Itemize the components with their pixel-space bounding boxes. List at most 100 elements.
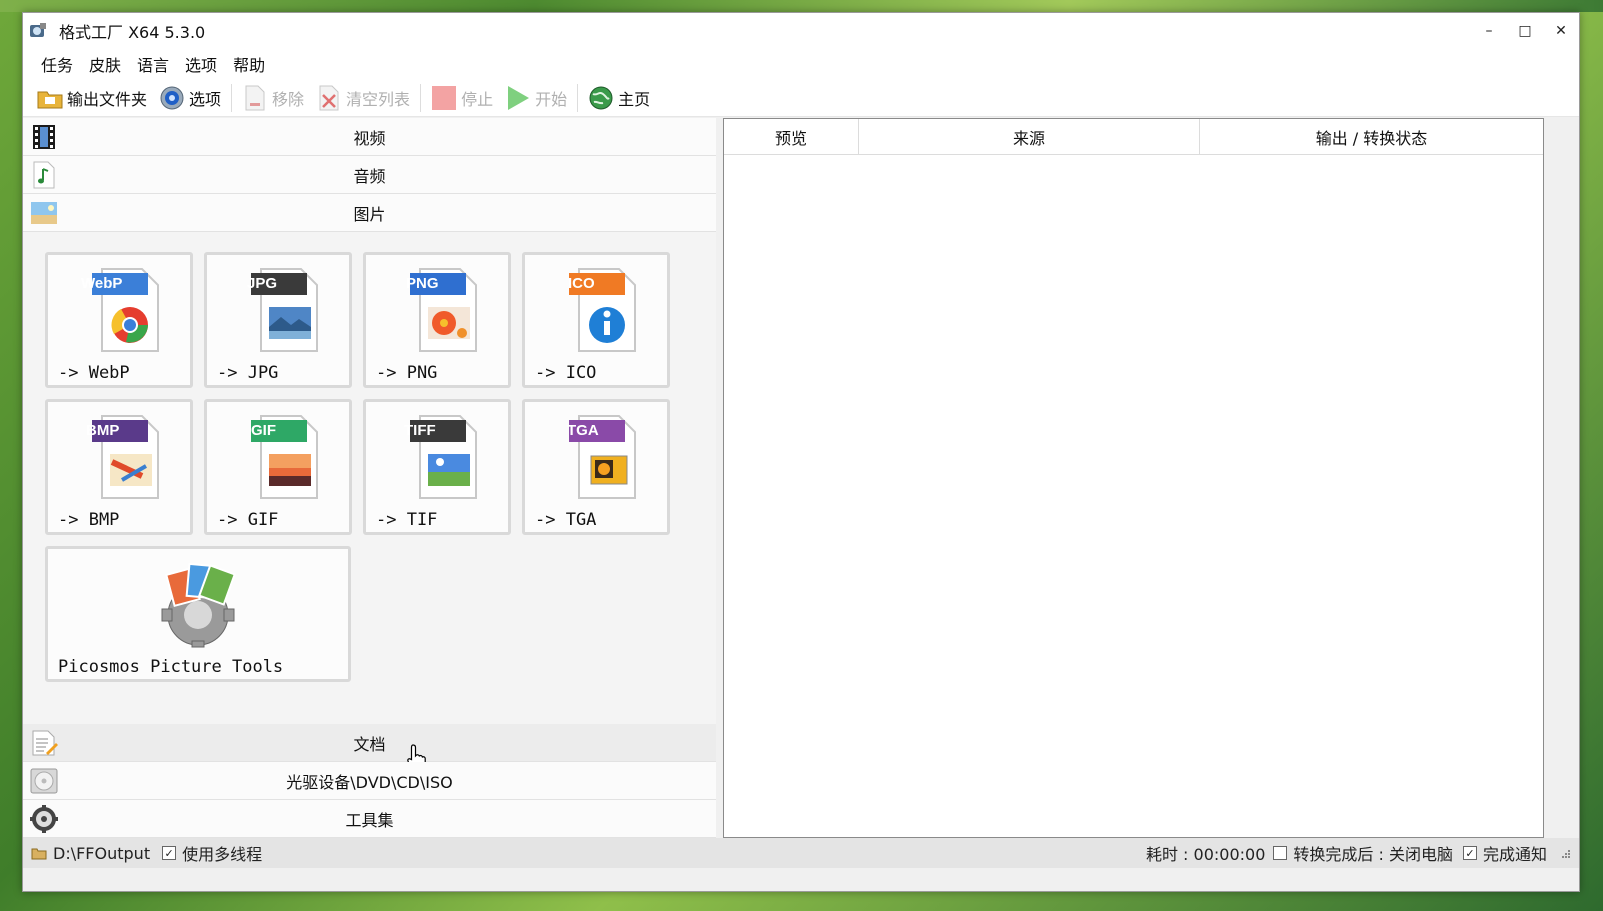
category-audio-label: 音频: [353, 166, 386, 186]
output-folder-status-icon: [31, 846, 47, 860]
category-image[interactable]: 图片: [23, 194, 716, 232]
category-document-label: 文档: [353, 734, 386, 754]
output-folder-button[interactable]: 输出文件夹: [35, 81, 149, 115]
elapsed-time: 耗时 : 00:00:00: [1145, 845, 1266, 864]
play-icon: [505, 85, 531, 111]
document-edit-icon: [29, 728, 59, 758]
clear-list-button[interactable]: 清空列表: [314, 81, 412, 115]
picosmos-picture-tools-tile[interactable]: Picosmos Picture Tools: [45, 546, 351, 682]
app-window: 格式工厂 X64 5.3.0 – □ ✕ 任务 皮肤 语言 选项 帮助 输出文件…: [22, 12, 1580, 892]
webp-badge: WebP: [81, 275, 123, 292]
convert-to-jpg-tile[interactable]: JPG -> JPG: [204, 252, 352, 388]
output-folder-path[interactable]: D:\FFOutput: [53, 844, 150, 863]
convert-to-png-tile[interactable]: PNG -> PNG: [363, 252, 511, 388]
home-label: 主页: [618, 89, 651, 109]
menu-bar: 任务 皮肤 语言 选项 帮助: [23, 49, 1579, 79]
menu-task[interactable]: 任务: [33, 52, 81, 76]
toolbar-divider: [577, 83, 579, 112]
bmp-label: -> BMP: [58, 510, 120, 530]
category-audio[interactable]: 音频: [23, 156, 716, 194]
options-label: 选项: [189, 89, 222, 109]
globe-icon: [588, 85, 614, 111]
category-disc-label: 光驱设备\DVD\CD\ISO: [286, 772, 453, 792]
stop-label: 停止: [461, 89, 494, 109]
close-button[interactable]: ✕: [1543, 13, 1579, 49]
status-bar: D:\FFOutput ✓ 使用多线程 耗时 : 00:00:00 转换完成后 …: [23, 838, 1579, 868]
category-image-label: 图片: [353, 204, 386, 224]
format-factory-icon: [27, 20, 49, 42]
task-list-body[interactable]: [724, 155, 1543, 837]
music-note-icon: [29, 160, 59, 190]
remove-button[interactable]: 移除: [240, 81, 306, 115]
jpg-label: -> JPG: [217, 363, 279, 383]
window-title: 格式工厂 X64 5.3.0: [59, 23, 206, 42]
category-tools-label: 工具集: [345, 810, 394, 830]
image-tools-area: WebP -> WebP JPG -> JPG PNG -> PNG ICO -…: [23, 232, 716, 724]
shutdown-checkbox[interactable]: [1273, 846, 1288, 860]
ico-label: -> ICO: [535, 363, 597, 383]
jpg-badge: JPG: [247, 275, 278, 292]
category-video-label: 视频: [353, 128, 386, 148]
tga-badge: TGA: [567, 422, 599, 439]
remove-label: 移除: [272, 89, 305, 109]
menu-skin[interactable]: 皮肤: [81, 52, 129, 76]
desktop-background: [0, 0, 1603, 12]
landscape-picture-icon: [29, 198, 59, 228]
resize-grip-icon[interactable]: [1559, 847, 1571, 859]
film-icon: [29, 122, 59, 152]
clear-list-label: 清空列表: [346, 89, 411, 109]
png-badge: PNG: [406, 275, 439, 292]
toolbar-divider: [231, 83, 233, 112]
category-video[interactable]: 视频: [23, 118, 716, 156]
remove-document-icon: [242, 85, 268, 111]
toolbar: 输出文件夹 选项 移除 清空列表 停止 开始 主页: [23, 79, 1579, 117]
start-button[interactable]: 开始: [503, 81, 569, 115]
toolset-icon: [29, 804, 59, 834]
minimize-button[interactable]: –: [1471, 13, 1507, 49]
clear-list-icon: [316, 85, 342, 111]
category-tools[interactable]: 工具集: [23, 800, 716, 838]
menu-help[interactable]: 帮助: [225, 52, 273, 76]
task-list-panel: 预览 来源 输出 / 转换状态: [723, 118, 1544, 838]
menu-language[interactable]: 语言: [129, 52, 177, 76]
folder-icon: [37, 85, 63, 111]
cd-drive-icon: [29, 766, 59, 796]
gear-icon: [159, 85, 185, 111]
category-document[interactable]: 文档: [23, 724, 716, 773]
convert-to-bmp-tile[interactable]: BMP -> BMP: [45, 399, 193, 535]
webp-label: -> WebP: [58, 363, 130, 383]
gif-badge: GIF: [251, 422, 276, 439]
options-button[interactable]: 选项: [157, 81, 223, 115]
tiff-badge: TIFF: [404, 422, 436, 439]
start-label: 开始: [535, 89, 568, 109]
toolbar-divider: [420, 83, 422, 112]
menu-options[interactable]: 选项: [177, 52, 225, 76]
stop-button[interactable]: 停止: [429, 81, 495, 115]
multithread-checkbox[interactable]: ✓: [162, 846, 177, 860]
column-output-status[interactable]: 输出 / 转换状态: [1200, 119, 1543, 154]
column-preview[interactable]: 预览: [724, 119, 859, 154]
convert-to-webp-tile[interactable]: WebP -> WebP: [45, 252, 193, 388]
home-button[interactable]: 主页: [586, 81, 652, 115]
notify-label: 完成通知: [1482, 845, 1547, 864]
tif-label: -> TIF: [376, 510, 438, 530]
multithread-label: 使用多线程: [182, 845, 263, 864]
notify-checkbox[interactable]: ✓: [1462, 846, 1477, 860]
convert-to-gif-tile[interactable]: GIF -> GIF: [204, 399, 352, 535]
picosmos-gear-icon: [161, 562, 236, 648]
picosmos-label: Picosmos Picture Tools: [58, 657, 284, 677]
shutdown-label: 转换完成后 : 关闭电脑: [1293, 845, 1453, 864]
task-table-header: 预览 来源 输出 / 转换状态: [724, 119, 1543, 155]
convert-to-ico-tile[interactable]: ICO -> ICO: [522, 252, 670, 388]
png-label: -> PNG: [376, 363, 438, 383]
tga-label: -> TGA: [535, 510, 597, 530]
category-panel: 视频 音频 图片 WebP -> WebP JPG -> JPG PNG -> …: [23, 118, 716, 838]
ico-badge: ICO: [568, 275, 595, 292]
convert-to-tga-tile[interactable]: TGA -> TGA: [522, 399, 670, 535]
maximize-button[interactable]: □: [1507, 13, 1543, 49]
column-source[interactable]: 来源: [859, 119, 1200, 154]
category-disc[interactable]: 光驱设备\DVD\CD\ISO: [23, 762, 716, 800]
stop-icon: [431, 85, 457, 111]
convert-to-tif-tile[interactable]: TIFF -> TIF: [363, 399, 511, 535]
bmp-badge: BMP: [86, 422, 120, 439]
